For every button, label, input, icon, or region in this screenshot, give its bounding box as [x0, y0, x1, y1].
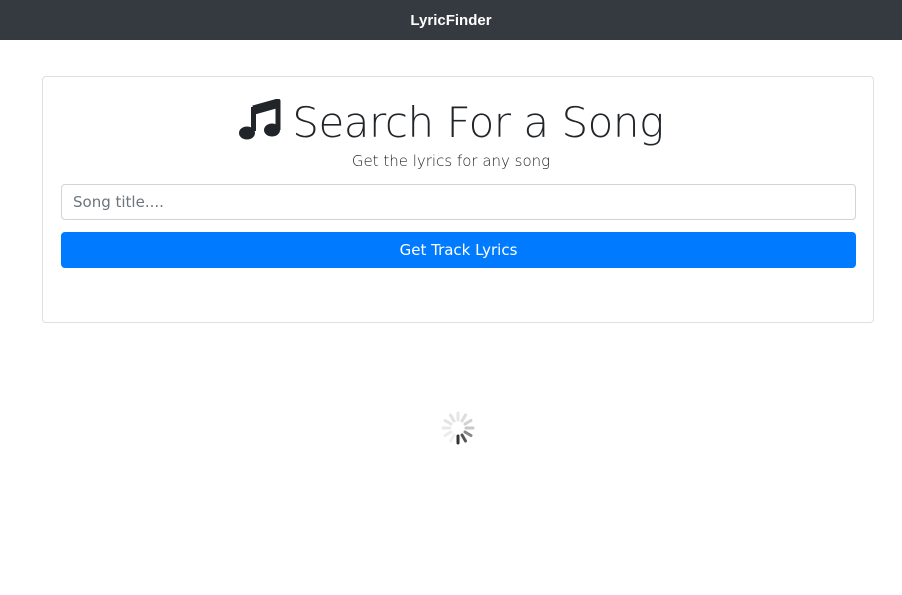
search-header: Search For a Song: [0, 96, 902, 148]
brand-logo[interactable]: LyricFinder: [410, 12, 491, 29]
page-title: Search For a Song: [292, 97, 664, 147]
page-subtitle: Get the lyrics for any song: [351, 152, 551, 170]
song-title-input[interactable]: [61, 184, 856, 220]
spinner-svg: [441, 411, 475, 445]
spinner-icon: [441, 411, 475, 445]
navbar: LyricFinder: [0, 0, 902, 40]
music-note-icon: [238, 98, 282, 143]
get-track-lyrics-button[interactable]: Get Track Lyrics: [61, 232, 856, 268]
